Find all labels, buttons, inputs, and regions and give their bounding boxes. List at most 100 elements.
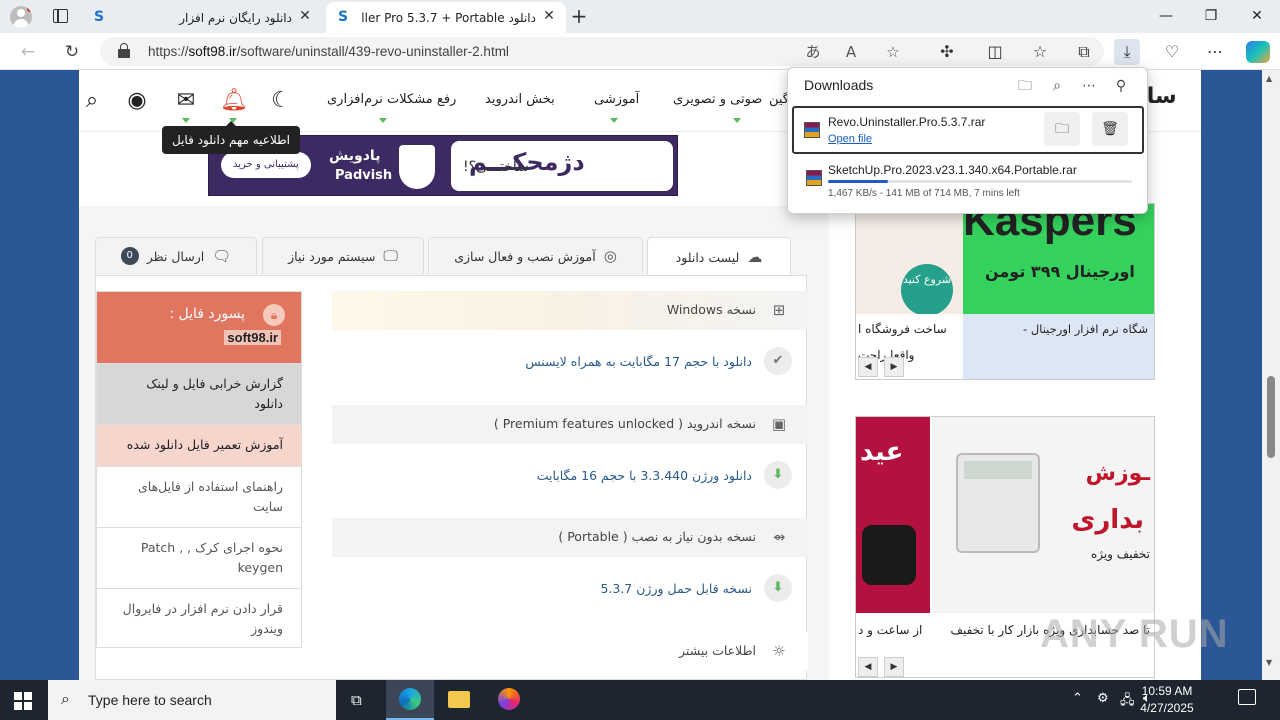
- minimize-icon[interactable]: —: [1156, 6, 1176, 26]
- download-item-sketchup[interactable]: SketchUp.Pro.2023.v23.1.340.x64.Portable…: [792, 158, 1144, 208]
- open-file-link[interactable]: Open file: [828, 133, 872, 145]
- carousel-next-icon[interactable]: ▶: [884, 657, 904, 677]
- restore-icon[interactable]: ❐: [1201, 6, 1221, 26]
- scroll-down-icon[interactable]: ▼: [1266, 658, 1272, 667]
- pin-icon[interactable]: ⚲: [1110, 75, 1132, 97]
- downloads-icon[interactable]: ⤓: [1114, 39, 1140, 65]
- banner-subheadline: ساختـــی؟!: [463, 159, 529, 175]
- file-explorer-icon[interactable]: [435, 680, 483, 720]
- back-button[interactable]: ←: [16, 40, 40, 64]
- firewall-guide-link[interactable]: قرار دادن نرم افزار در فایروال ویندوز: [97, 588, 301, 649]
- show-in-folder-icon[interactable]: 🗀: [1044, 112, 1080, 146]
- menu-item-audio-video[interactable]: صوتی و تصویری: [673, 92, 762, 107]
- menu-item-troubleshoot[interactable]: رفع مشکلات نرم‌افزاری: [327, 92, 456, 107]
- taskbar-clock[interactable]: 10:59 AM 4/27/2025: [1136, 683, 1198, 717]
- cloud-download-icon: ☁: [747, 248, 763, 266]
- tab-install-guide[interactable]: ◎ آموزش نصب و فعال سازی: [428, 237, 643, 274]
- report-broken-link[interactable]: گزارش خرابی فایل و لینک دانلود: [97, 363, 301, 424]
- scrollbar-thumb[interactable]: [1267, 376, 1275, 458]
- browser-tab-2-active[interactable]: S دانلود Revo Uninstaller Pro 5.3.7 + Po…: [326, 2, 566, 33]
- delete-icon[interactable]: 🗑︎: [1092, 112, 1128, 146]
- password-value[interactable]: soft98.ir: [224, 330, 281, 345]
- url-text[interactable]: https://soft98.ir/software/uninstall/439…: [148, 44, 509, 59]
- download-link-portable[interactable]: نسخه قابل حمل ورژن 5.3.7: [600, 581, 752, 596]
- rar-file-icon: [804, 122, 820, 138]
- check-icon: ✔: [764, 347, 792, 375]
- browser-essentials-icon[interactable]: ♡: [1159, 39, 1185, 65]
- download-status: 1,467 KB/s - 141 MB of 714 MB, 7 mins le…: [828, 188, 1020, 199]
- banner-brand-en: Padvish: [335, 168, 393, 183]
- tray-app-icon[interactable]: ⚙: [1097, 691, 1109, 706]
- search-icon[interactable]: ⌕: [79, 88, 105, 114]
- favorites-icon[interactable]: ☆: [1027, 39, 1053, 65]
- search-downloads-icon[interactable]: ⌕: [1046, 75, 1068, 97]
- user-icon[interactable]: ◉: [124, 88, 150, 114]
- new-tab-button[interactable]: +: [568, 5, 590, 27]
- translate-icon[interactable]: あ: [802, 41, 824, 63]
- download-link-android[interactable]: دانلود ورژن 3.3.440 با حجم 16 مگابایت: [537, 468, 752, 483]
- support-buy-button[interactable]: پشتیبانی و خرید: [221, 152, 311, 178]
- section-more-info[interactable]: ☼ اطلاعات بیشتر: [332, 632, 808, 671]
- open-downloads-folder-icon[interactable]: 🗀: [1014, 75, 1036, 97]
- edge-taskbar-icon[interactable]: [386, 680, 434, 720]
- firefox-icon[interactable]: [485, 680, 533, 720]
- repair-download-guide-link[interactable]: آموزش تعمیر فایل دانلود شده: [97, 424, 301, 466]
- tray-chevron-icon[interactable]: ⌃: [1072, 691, 1083, 706]
- mail-icon[interactable]: ✉: [173, 88, 199, 114]
- page-scrollbar[interactable]: ▲ ▼: [1262, 70, 1280, 680]
- chat-icon: 🗨︎: [212, 247, 232, 265]
- tab-download-list[interactable]: ☁ لیست دانلود: [647, 237, 791, 276]
- tab-actions-icon[interactable]: [53, 9, 68, 23]
- menu-item-education[interactable]: آموزشی: [594, 92, 639, 107]
- split-screen-icon[interactable]: ◫: [982, 39, 1008, 65]
- close-window-icon[interactable]: ✕: [1247, 6, 1267, 26]
- tab-send-comment[interactable]: 🗨︎ ارسال نظر 0: [95, 237, 257, 274]
- soft98-favicon-icon: S: [94, 9, 105, 25]
- tab-system-requirements[interactable]: 🖵 سیستم مورد نیاز: [262, 237, 424, 274]
- close-tab-icon[interactable]: ✕: [298, 9, 312, 23]
- anyrun-watermark: ANY RUN: [1040, 612, 1229, 656]
- favorite-star-icon[interactable]: ☆: [882, 41, 904, 63]
- site-files-guide-link[interactable]: راهنمای استفاده از فایل‌های سایت: [97, 466, 301, 527]
- carousel-next-icon[interactable]: ▶: [884, 357, 904, 377]
- soft98-favicon-icon: S: [338, 9, 349, 25]
- lock-icon[interactable]: [118, 43, 130, 58]
- refresh-button[interactable]: ↻: [60, 40, 84, 64]
- download-row: ⬇ دانلود ورژن 3.3.440 با حجم 16 مگابایت: [332, 444, 808, 514]
- network-icon[interactable]: 🖧: [1120, 691, 1135, 713]
- read-aloud-icon[interactable]: A: [840, 41, 862, 63]
- browser-tab-1[interactable]: S دانلود رایگان نرم افزار ✕: [82, 2, 322, 33]
- scroll-up-icon[interactable]: ▲: [1266, 74, 1272, 83]
- carousel-prev-icon[interactable]: ◀: [858, 657, 878, 677]
- profile-avatar-icon[interactable]: [10, 6, 32, 28]
- download-item-revo[interactable]: Revo.Uninstaller.Pro.5.3.7.rar Open file…: [792, 106, 1144, 154]
- ad-caption-left: از ساعت و د: [858, 623, 923, 637]
- more-options-icon[interactable]: ⋯: [1078, 75, 1100, 97]
- comment-count-badge: 0: [120, 247, 139, 265]
- collections-icon[interactable]: ⧉: [1071, 39, 1097, 65]
- copilot-icon[interactable]: [1246, 41, 1270, 63]
- extensions-icon[interactable]: ✣: [934, 39, 960, 65]
- caret-icon: [182, 118, 190, 123]
- ad-headline-2: بداری: [1071, 505, 1145, 535]
- menu-item-partial[interactable]: گین: [769, 92, 789, 107]
- notifications-icon[interactable]: [1238, 689, 1256, 705]
- ad-caption-left-1: ساخت فروشگاه ا: [858, 322, 947, 336]
- windows-start-icon[interactable]: [14, 692, 32, 710]
- crack-guide-link[interactable]: نحوه اجرای کرک , , Patch keygen: [97, 527, 301, 588]
- start-badge: شروع کنید: [901, 264, 953, 316]
- notification-bell-icon[interactable]: 🔔︎: [220, 88, 248, 114]
- taskbar-search-box[interactable]: ⌕ Type here to search: [48, 680, 336, 720]
- task-view-icon[interactable]: ⧉: [336, 680, 384, 720]
- menu-item-android[interactable]: بخش اندروید: [485, 92, 555, 107]
- search-icon: ⌕: [61, 689, 70, 708]
- carousel-prev-icon[interactable]: ◀: [858, 357, 878, 377]
- more-menu-icon[interactable]: ⋯: [1202, 39, 1228, 65]
- caret-icon: [610, 118, 618, 123]
- close-tab-icon[interactable]: ✕: [542, 9, 556, 23]
- ad-caption-right: شگاه نرم افزار اورجینال -: [1023, 322, 1148, 336]
- download-link-windows[interactable]: دانلود با حجم 17 مگابایت به همراه لایسنس: [525, 354, 752, 369]
- download-tab-content: 🔒︎ پسورد فایل : soft98.ir گزارش خرابی فا…: [95, 275, 808, 680]
- dark-mode-moon-icon[interactable]: ☾: [268, 88, 294, 114]
- kaspersky-ad[interactable]: شروع کنید Kaspers اورجینال ۳۹۹ تومن ساخت…: [855, 203, 1155, 380]
